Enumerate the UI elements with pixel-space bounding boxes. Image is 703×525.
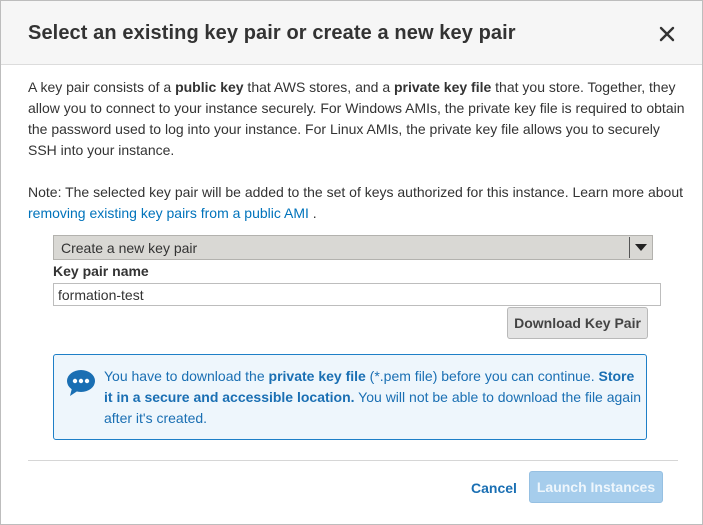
remove-key-pairs-link[interactable]: removing existing key pairs from a publi… xyxy=(28,205,309,221)
info-alert: You have to download the private key fil… xyxy=(53,354,647,440)
download-key-pair-button[interactable]: Download Key Pair xyxy=(507,307,648,339)
info-text-1: You have to download the xyxy=(104,368,269,384)
info-bold-private-key-file: private key file xyxy=(268,368,366,384)
key-pair-name-input[interactable] xyxy=(53,283,661,306)
chat-bubble-icon xyxy=(67,370,95,396)
info-icon-wrapper xyxy=(66,369,96,397)
select-value: Create a new key pair xyxy=(61,240,198,256)
info-text: You have to download the private key fil… xyxy=(104,366,644,429)
launch-instances-button[interactable]: Launch Instances xyxy=(529,471,663,503)
cancel-button[interactable]: Cancel xyxy=(469,477,519,499)
intro-bold-public-key: public key xyxy=(175,79,244,95)
select-arrow[interactable] xyxy=(629,237,651,258)
close-icon xyxy=(659,26,675,42)
key-pair-dialog: Select an existing key pair or create a … xyxy=(0,0,703,525)
note-suffix: . xyxy=(308,205,317,221)
intro-bold-private-key-file: private key file xyxy=(394,79,492,95)
intro-text-1: A key pair consists of a xyxy=(28,79,176,95)
info-text-2: (*.pem file) before you can continue. xyxy=(365,368,599,384)
key-pair-name-label: Key pair name xyxy=(53,263,149,279)
footer-divider xyxy=(28,460,678,461)
dialog-header: Select an existing key pair or create a … xyxy=(1,1,702,65)
note-paragraph: Note: The selected key pair will be adde… xyxy=(28,182,688,224)
intro-paragraph: A key pair consists of a public key that… xyxy=(28,77,688,161)
key-pair-action-select[interactable]: Create a new key pair xyxy=(53,235,653,260)
intro-text-2: that AWS stores, and a xyxy=(243,79,394,95)
close-button[interactable] xyxy=(655,22,679,46)
dialog-title: Select an existing key pair or create a … xyxy=(28,22,516,44)
chevron-down-icon xyxy=(635,244,647,251)
note-text: Note: The selected key pair will be adde… xyxy=(28,184,684,200)
